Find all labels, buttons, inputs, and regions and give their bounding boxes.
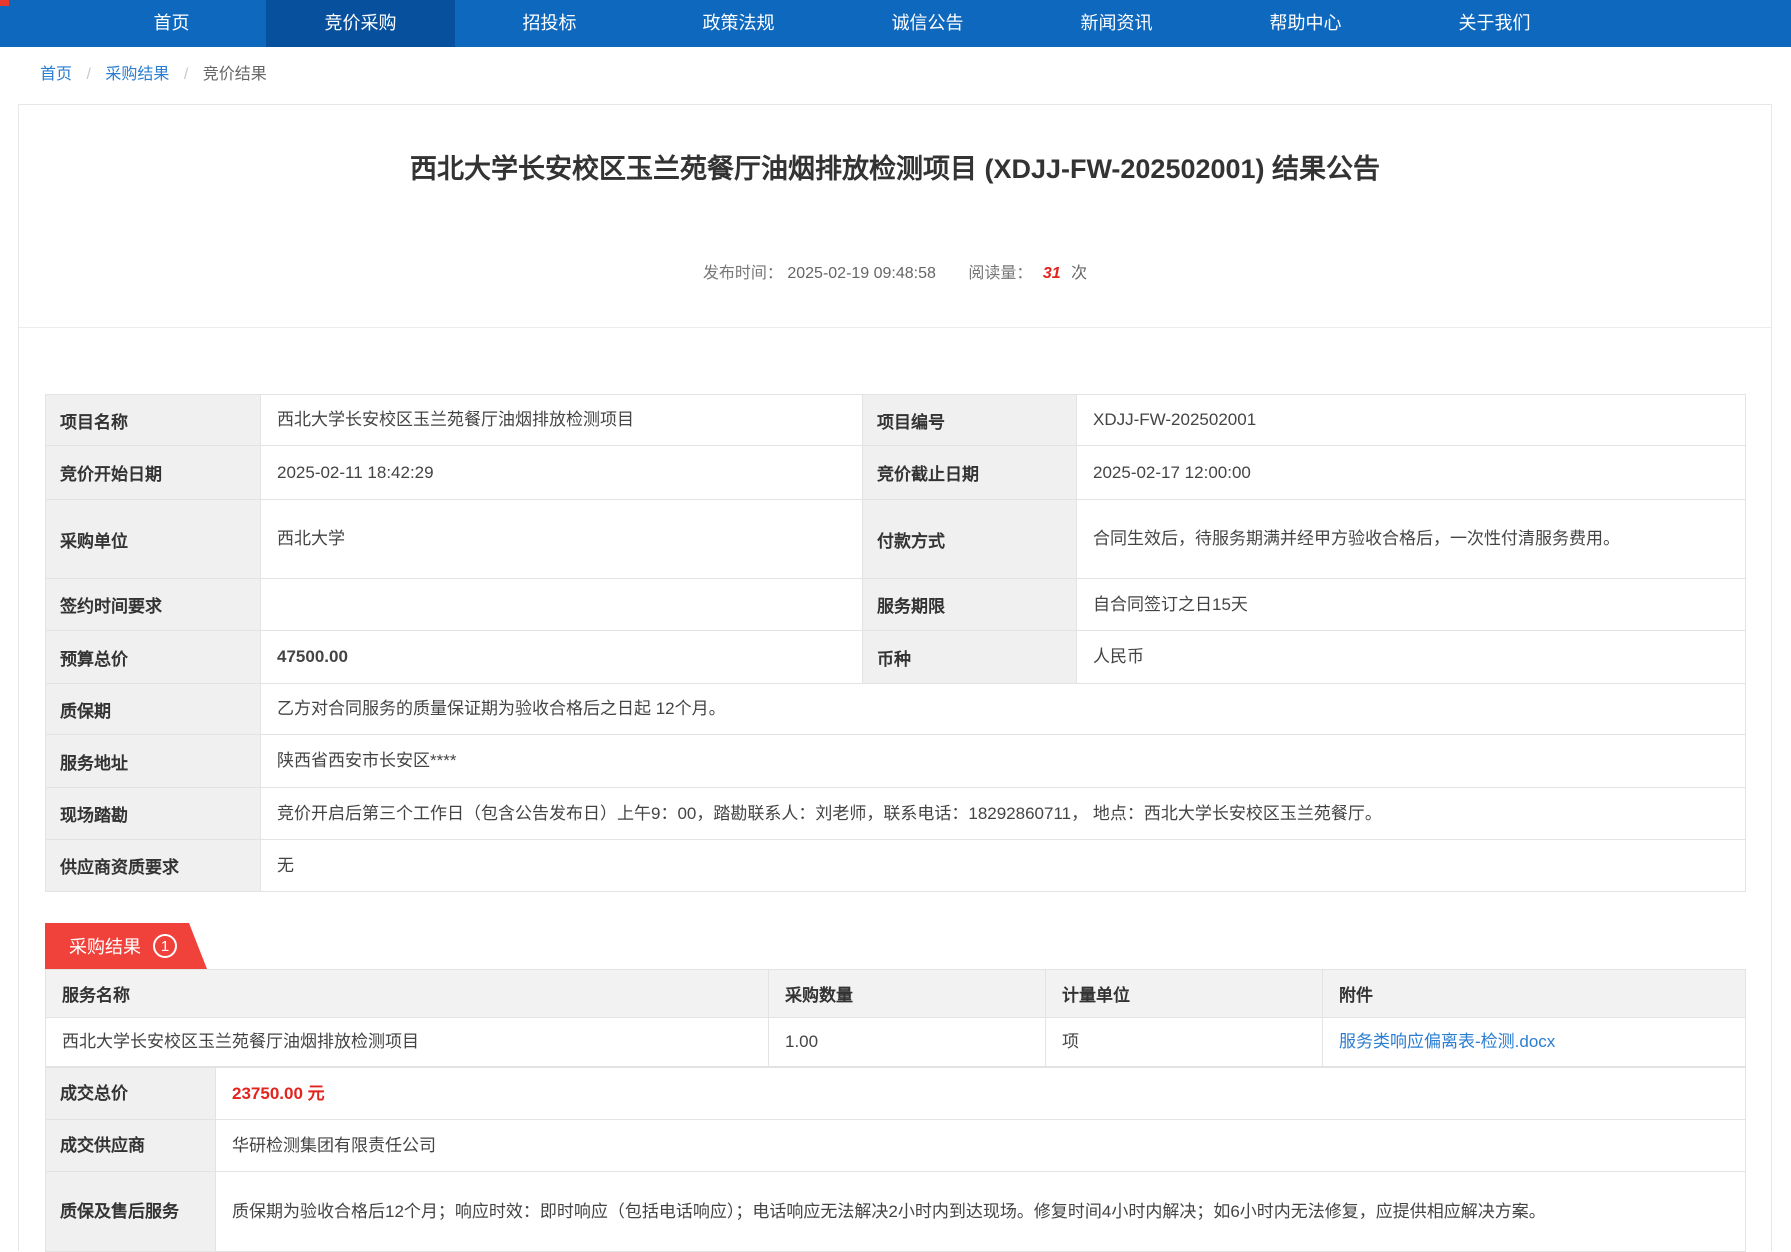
- nav-item-policies[interactable]: 政策法规: [644, 0, 833, 47]
- bid-start-label: 竞价开始日期: [46, 446, 261, 500]
- bid-start-value: 2025-02-11 18:42:29: [261, 446, 863, 500]
- result-table: 服务名称 采购数量 计量单位 附件 西北大学长安校区玉兰苑餐厅油烟排放检测项目 …: [45, 969, 1746, 1067]
- publish-time-value: 2025-02-19 09:48:58: [787, 265, 936, 282]
- result-badge-label: 采购结果: [69, 933, 141, 959]
- table-row: 预算总价 47500.00 币种 人民币: [46, 631, 1746, 684]
- nav-item-bidding-purchase[interactable]: 竞价采购: [266, 0, 455, 47]
- qualification-value: 无: [261, 840, 1746, 892]
- deal-total-value: 23750.00 元: [216, 1068, 1746, 1120]
- budget-label: 预算总价: [46, 631, 261, 684]
- publish-time-label: 发布时间：: [703, 265, 783, 282]
- site-visit-value: 竞价开启后第三个工作日（包含公告发布日）上午9：00，踏勘联系人：刘老师，联系电…: [261, 788, 1746, 840]
- views-unit: 次: [1071, 265, 1087, 282]
- service-address-value: 陕西省西安市长安区****: [261, 735, 1746, 788]
- deal-total-label: 成交总价: [46, 1068, 216, 1120]
- buyer-label: 采购单位: [46, 500, 261, 579]
- quantity-cell: 1.00: [769, 1018, 1046, 1067]
- table-row: 成交总价 23750.00 元: [46, 1068, 1746, 1120]
- attachment-download-link[interactable]: 服务类响应偏离表-检测.docx: [1339, 1032, 1555, 1051]
- table-header-row: 服务名称 采购数量 计量单位 附件: [46, 970, 1746, 1018]
- table-row: 项目名称 西北大学长安校区玉兰苑餐厅油烟排放检测项目 项目编号 XDJJ-FW-…: [46, 395, 1746, 446]
- deal-supplier-label: 成交供应商: [46, 1120, 216, 1172]
- table-row: 服务地址 陕西省西安市长安区****: [46, 735, 1746, 788]
- nav-item-home[interactable]: 首页: [77, 0, 266, 47]
- table-row: 竞价开始日期 2025-02-11 18:42:29 竞价截止日期 2025-0…: [46, 446, 1746, 500]
- publish-info: 发布时间： 2025-02-19 09:48:58 阅读量： 31 次: [19, 259, 1771, 283]
- sign-time-value: [261, 579, 863, 631]
- service-name-header: 服务名称: [46, 970, 769, 1018]
- table-row: 质保及售后服务 质保期为验收合格后12个月；响应时效：即时响应（包括电话响应）；…: [46, 1172, 1746, 1252]
- page-title: 西北大学长安校区玉兰苑餐厅油烟排放检测项目 (XDJJ-FW-202502001…: [19, 151, 1771, 187]
- nav-item-news[interactable]: 新闻资讯: [1022, 0, 1211, 47]
- views-count: 31: [1043, 265, 1061, 282]
- warranty-value: 乙方对合同服务的质量保证期为验收合格后之日起 12个月。: [261, 684, 1746, 735]
- table-row: 供应商资质要求 无: [46, 840, 1746, 892]
- service-period-value: 自合同签订之日15天: [1077, 579, 1746, 631]
- title-divider: [19, 327, 1771, 328]
- warranty-label: 质保期: [46, 684, 261, 735]
- payment-label: 付款方式: [863, 500, 1077, 579]
- buyer-value: 西北大学: [261, 500, 863, 579]
- table-row: 成交供应商 华研检测集团有限责任公司: [46, 1120, 1746, 1172]
- breadcrumb-home-link[interactable]: 首页: [40, 66, 72, 83]
- table-row: 采购单位 西北大学 付款方式 合同生效后，待服务期满并经甲方验收合格后，一次性付…: [46, 500, 1746, 579]
- breadcrumb-separator: /: [184, 66, 188, 83]
- result-section-badge: 采购结果 1: [45, 923, 207, 969]
- result-badge-number: 1: [153, 934, 177, 958]
- deal-total-unit: 元: [308, 1084, 325, 1103]
- project-code-label: 项目编号: [863, 395, 1077, 446]
- nav-item-help-center[interactable]: 帮助中心: [1211, 0, 1400, 47]
- table-row: 西北大学长安校区玉兰苑餐厅油烟排放检测项目 1.00 项 服务类响应偏离表-检测…: [46, 1018, 1746, 1067]
- unit-cell: 项: [1046, 1018, 1323, 1067]
- project-name-value: 西北大学长安校区玉兰苑餐厅油烟排放检测项目: [261, 395, 863, 446]
- service-address-label: 服务地址: [46, 735, 261, 788]
- table-row: 现场踏勘 竞价开启后第三个工作日（包含公告发布日）上午9：00，踏勘联系人：刘老…: [46, 788, 1746, 840]
- bid-end-value: 2025-02-17 12:00:00: [1077, 446, 1746, 500]
- page: { "colors": { "nav_blue": "#0d68be", "na…: [0, 0, 1791, 1251]
- corner-red-mark: [0, 0, 9, 6]
- deal-total-amount: 23750.00: [232, 1084, 303, 1103]
- payment-value: 合同生效后，待服务期满并经甲方验收合格后，一次性付清服务费用。: [1077, 500, 1746, 579]
- detail-table: 项目名称 西北大学长安校区玉兰苑餐厅油烟排放检测项目 项目编号 XDJJ-FW-…: [45, 394, 1746, 892]
- nav-item-integrity-notice[interactable]: 诚信公告: [833, 0, 1022, 47]
- qualification-label: 供应商资质要求: [46, 840, 261, 892]
- project-code-value: XDJJ-FW-202502001: [1077, 395, 1746, 446]
- table-row: 签约时间要求 服务期限 自合同签订之日15天: [46, 579, 1746, 631]
- breadcrumb-current: 竞价结果: [203, 66, 267, 83]
- attachment-header: 附件: [1323, 970, 1746, 1018]
- sign-time-label: 签约时间要求: [46, 579, 261, 631]
- unit-header: 计量单位: [1046, 970, 1323, 1018]
- breadcrumb-section-link[interactable]: 采购结果: [105, 66, 169, 83]
- announcement-card: 西北大学长安校区玉兰苑餐厅油烟排放检测项目 (XDJJ-FW-202502001…: [18, 104, 1772, 1251]
- bid-end-label: 竞价截止日期: [863, 446, 1077, 500]
- attachment-cell: 服务类响应偏离表-检测.docx: [1323, 1018, 1746, 1067]
- nav-item-about-us[interactable]: 关于我们: [1400, 0, 1589, 47]
- quantity-header: 采购数量: [769, 970, 1046, 1018]
- budget-value: 47500.00: [261, 631, 863, 684]
- project-name-label: 项目名称: [46, 395, 261, 446]
- aftersale-label: 质保及售后服务: [46, 1172, 216, 1252]
- site-visit-label: 现场踏勘: [46, 788, 261, 840]
- top-navbar: 首页 竞价采购 招投标 政策法规 诚信公告 新闻资讯 帮助中心 关于我们: [0, 0, 1791, 47]
- breadcrumb-separator: /: [86, 66, 90, 83]
- service-name-cell: 西北大学长安校区玉兰苑餐厅油烟排放检测项目: [46, 1018, 769, 1067]
- deal-supplier-value: 华研检测集团有限责任公司: [216, 1120, 1746, 1172]
- nav-item-tendering[interactable]: 招投标: [455, 0, 644, 47]
- service-period-label: 服务期限: [863, 579, 1077, 631]
- views-label: 阅读量：: [968, 265, 1032, 282]
- aftersale-value: 质保期为验收合格后12个月；响应时效：即时响应（包括电话响应）；电话响应无法解决…: [216, 1172, 1746, 1252]
- currency-value: 人民币: [1077, 631, 1746, 684]
- result-summary-table: 成交总价 23750.00 元 成交供应商 华研检测集团有限责任公司 质保及售后…: [45, 1067, 1746, 1252]
- currency-label: 币种: [863, 631, 1077, 684]
- breadcrumb: 首页 / 采购结果 / 竞价结果: [40, 63, 1791, 87]
- table-row: 质保期 乙方对合同服务的质量保证期为验收合格后之日起 12个月。: [46, 684, 1746, 735]
